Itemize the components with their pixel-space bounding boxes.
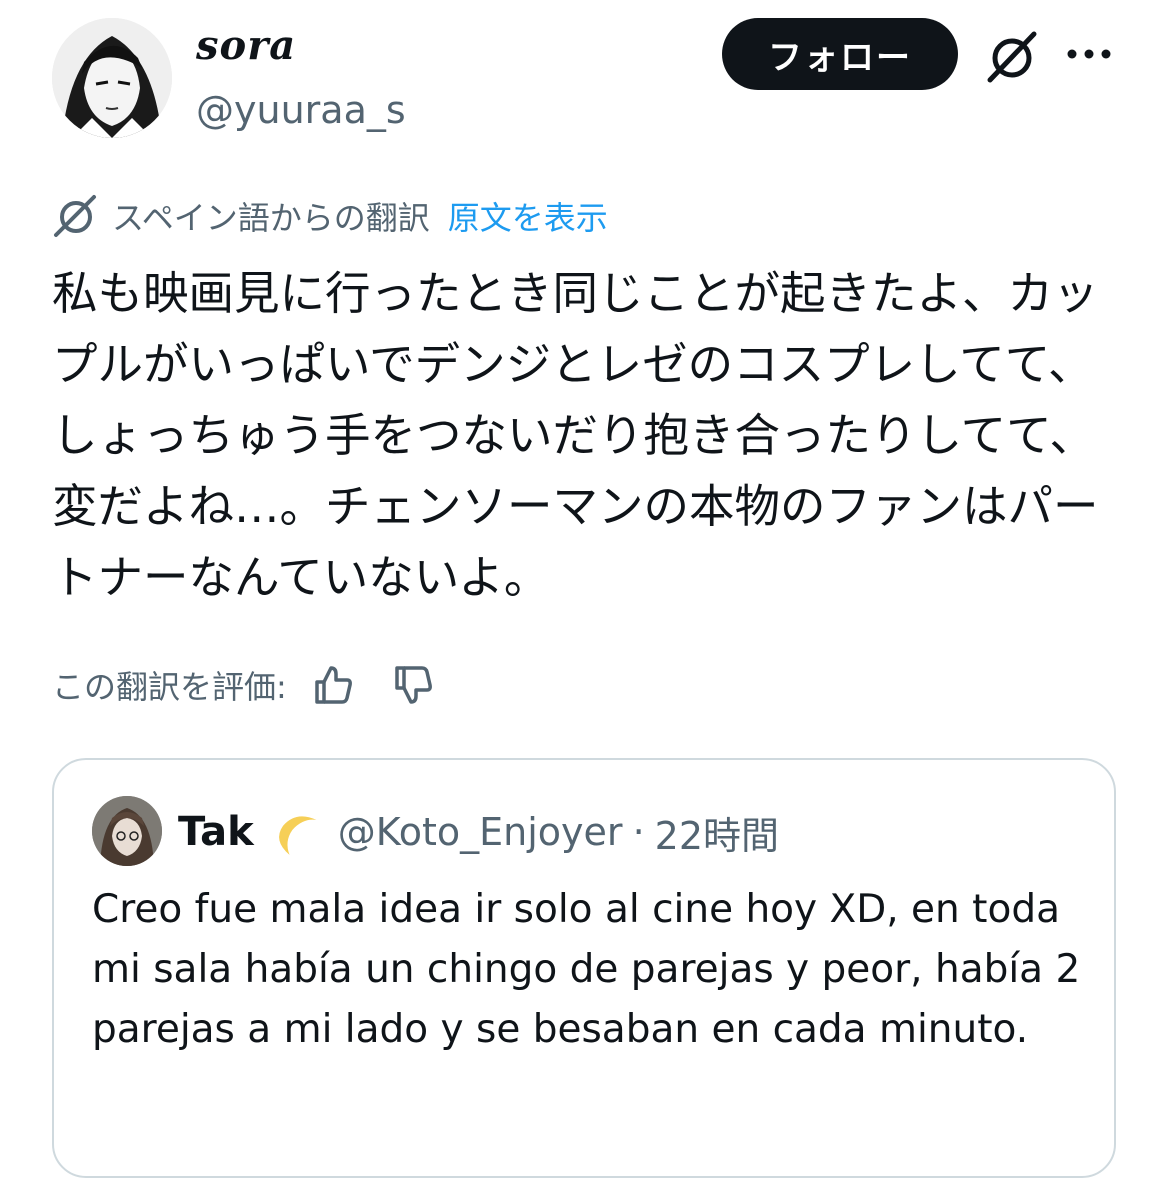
- author-avatar[interactable]: [52, 18, 172, 138]
- quoted-post-card[interactable]: Tak @Koto_Enjoyer · 22時間 Creo fue mala i…: [52, 758, 1116, 1178]
- quoted-author-handle[interactable]: @Koto_Enjoyer: [338, 810, 623, 854]
- quoted-author-name[interactable]: Tak: [178, 809, 254, 855]
- meta-separator: ·: [632, 810, 645, 854]
- quoted-post-header: Tak @Koto_Enjoyer · 22時間: [178, 804, 779, 860]
- grok-slash-icon: [54, 195, 96, 237]
- more-horizontal-icon[interactable]: [1064, 46, 1114, 62]
- translated-from-label: スペイン語からの翻訳: [112, 199, 430, 237]
- post-body-translated: 私も映画見に行ったとき同じことが起きたよ、カップルがいっぱいでデンジとレゼのコス…: [52, 267, 1099, 604]
- thumbs-up-icon[interactable]: [309, 662, 355, 708]
- grok-slash-icon[interactable]: [984, 28, 1040, 84]
- quoted-post-text: Creo fue mala idea ir solo al cine hoy X…: [92, 887, 1081, 1052]
- quoted-author-avatar[interactable]: [92, 796, 162, 866]
- author-handle[interactable]: @yuuraa_s: [196, 88, 406, 132]
- follow-button[interactable]: フォロー: [722, 18, 958, 90]
- crescent-moon-emoji: [278, 816, 317, 855]
- author-display-name[interactable]: sora: [196, 22, 296, 69]
- rate-translation: この翻訳を評価:: [52, 660, 435, 710]
- rate-translation-label: この翻訳を評価:: [52, 668, 287, 706]
- quoted-post-timestamp[interactable]: 22時間: [655, 805, 779, 860]
- show-original-link[interactable]: 原文を表示: [448, 193, 608, 239]
- thumbs-down-icon[interactable]: [389, 662, 435, 708]
- translation-info: スペイン語からの翻訳 原文を表示: [52, 192, 608, 240]
